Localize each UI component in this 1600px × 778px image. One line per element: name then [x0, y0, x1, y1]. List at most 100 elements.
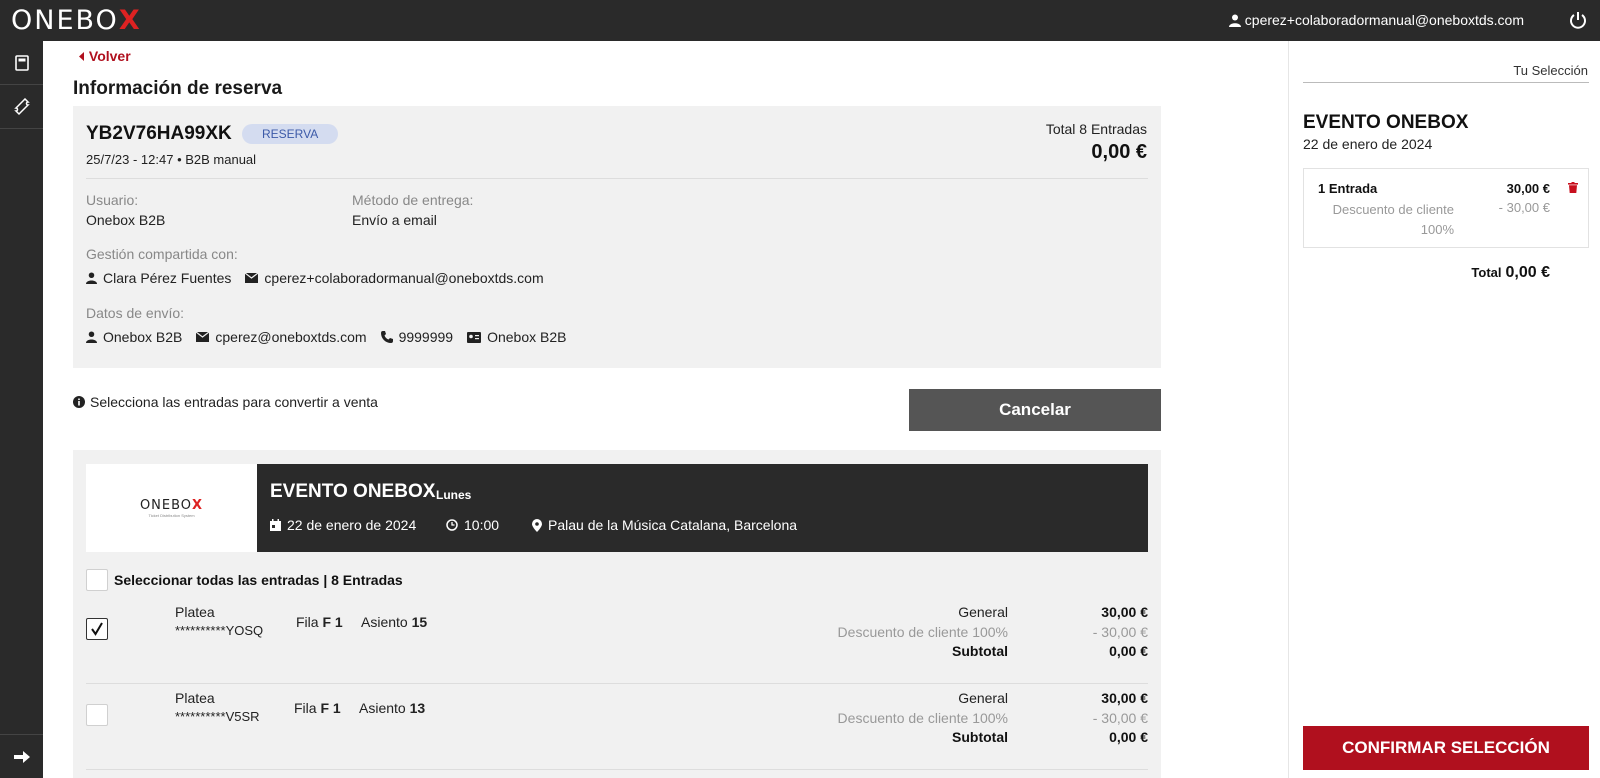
selection-item-price: 30,00 € [1506, 181, 1550, 196]
main-content: Volver Información de reserva YB2V76HA99… [43, 41, 1288, 778]
calculator-icon [14, 54, 29, 71]
selection-panel: Tu Selección EVENTO ONEBOX 22 de enero d… [1288, 41, 1600, 778]
confirm-selection-button[interactable]: CONFIRMAR SELECCIÓN [1303, 726, 1589, 770]
selection-event-date: 22 de enero de 2024 [1303, 136, 1433, 152]
shipping-phone: 9999999 [398, 329, 454, 345]
chevron-left-icon [79, 52, 84, 61]
user-icon [1228, 14, 1241, 27]
ticket-row-number: Fila F 1 [294, 700, 341, 716]
event-card: ONEBOX Ticket Distribution System EVENTO… [73, 450, 1161, 778]
event-time: 10:00 [446, 517, 499, 533]
phone-icon [380, 331, 393, 343]
user-menu[interactable]: cperez+colaboradormanual@oneboxtds.com [1228, 12, 1524, 28]
subtotal-label: Subtotal [952, 729, 1008, 745]
ticket-row: Platea **********V5SR Fila F 1 Asiento 1… [86, 684, 1148, 770]
ticket-seat: Asiento 13 [359, 700, 426, 716]
select-all[interactable]: Seleccionar todas las entradas | 8 Entra… [86, 569, 403, 591]
select-all-label: Seleccionar todas las entradas | 8 Entra… [114, 572, 403, 588]
subtotal-label: Subtotal [952, 643, 1008, 659]
price-label: General [958, 604, 1008, 620]
event-date: 22 de enero de 2024 [270, 517, 416, 533]
user-label: Usuario: [86, 192, 139, 208]
ticket-price-breakdown: General 30,00 € Descuento de cliente 100%… [748, 690, 1148, 749]
total-tickets-label: Total 8 Entradas [1045, 121, 1147, 137]
discount-value: - 30,00 € [1092, 623, 1148, 640]
discount-label: Descuento de cliente 100% [837, 623, 1008, 640]
user-icon [86, 331, 97, 343]
page-title: Información de reserva [73, 78, 283, 99]
shipping-id: Onebox B2B [487, 329, 567, 345]
info-line: Selecciona las entradas para convertir a… [73, 394, 378, 410]
ticket-icon [13, 97, 30, 115]
shared-name: Clara Pérez Fuentes [103, 270, 232, 286]
cancel-button[interactable]: Cancelar [909, 389, 1161, 431]
trash-icon[interactable] [1568, 182, 1578, 193]
id-card-icon [467, 331, 482, 343]
user-icon [86, 272, 97, 284]
shipping-data: Onebox B2B cperez@oneboxtds.com 9999999 … [86, 329, 566, 345]
shipping-name: Onebox B2B [103, 329, 183, 345]
selection-discount-value: - 30,00 € [1498, 200, 1550, 215]
shipping-label: Datos de envío: [86, 305, 185, 321]
reservation-meta: 25/7/23 - 12:47 • B2B manual [86, 152, 257, 167]
info-icon [73, 396, 85, 408]
calendar-icon [270, 519, 281, 531]
total-value: 0,00 € [1091, 141, 1147, 163]
arrow-right-icon [13, 750, 30, 763]
top-bar: ONEBOX cperez+colaboradormanual@oneboxtd… [0, 0, 1600, 41]
ticket-row-number: Fila F 1 [296, 614, 343, 630]
discount-label: Descuento de cliente 100% [837, 709, 1008, 726]
rail-expand[interactable] [0, 734, 43, 778]
info-text: Selecciona las entradas para convertir a… [90, 394, 378, 410]
selection-total: Total 0,00 € [1471, 264, 1550, 282]
reservation-card: YB2V76HA99XK RESERVA 25/7/23 - 12:47 • B… [73, 106, 1161, 368]
selection-item-label: 1 Entrada [1318, 181, 1378, 196]
rail-item-calculator[interactable] [0, 41, 43, 85]
delivery-label: Método de entrega: [352, 192, 474, 208]
envelope-icon [196, 332, 210, 342]
selection-discount-label: Descuento de cliente 100% [1332, 202, 1454, 237]
price-label: General [958, 690, 1008, 706]
ticket-code: **********V5SR [175, 709, 260, 724]
divider [86, 769, 1148, 770]
subtotal-value: 0,00 € [1109, 643, 1148, 659]
checkmark-icon [91, 622, 103, 636]
ticket-row: Platea **********YOSQ Fila F 1 Asiento 1… [86, 598, 1148, 684]
subtotal-value: 0,00 € [1109, 729, 1148, 745]
selection-event-title: EVENTO ONEBOX [1303, 112, 1469, 133]
shared-contact: Clara Pérez Fuentes cperez+colaboradorma… [86, 270, 544, 286]
selection-item: 1 Entrada 30,00 € Descuento de cliente 1… [1303, 168, 1589, 248]
ticket-checkbox[interactable] [86, 618, 108, 640]
ticket-zone: Platea [175, 604, 215, 620]
selection-heading: Tu Selección [1513, 63, 1588, 78]
ticket-price-breakdown: General 30,00 € Descuento de cliente 100%… [748, 604, 1148, 663]
divider [1303, 82, 1589, 83]
event-header: EVENTO ONEBOX Lunes 22 de enero de 2024 … [257, 464, 1148, 552]
event-venue: Palau de la Música Catalana, Barcelona [532, 517, 797, 533]
ticket-seat: Asiento 15 [361, 614, 428, 630]
power-icon[interactable] [1568, 10, 1588, 30]
envelope-icon [245, 273, 259, 283]
location-pin-icon [532, 518, 542, 532]
select-all-checkbox[interactable] [86, 569, 108, 591]
delivery-value: Envío a email [352, 212, 437, 228]
left-rail [0, 41, 43, 778]
shared-label: Gestión compartida con: [86, 246, 238, 262]
rail-item-tickets[interactable] [0, 85, 43, 129]
event-title: EVENTO ONEBOX [270, 481, 436, 502]
shared-email: cperez+colaboradormanual@oneboxtds.com [264, 270, 544, 286]
ticket-zone: Platea [175, 690, 215, 706]
selection-total-value: 0,00 € [1505, 264, 1550, 281]
price-value: 30,00 € [1101, 604, 1148, 620]
clock-icon [446, 519, 458, 531]
user-value: Onebox B2B [86, 212, 166, 228]
user-email: cperez+colaboradormanual@oneboxtds.com [1244, 12, 1524, 28]
discount-value: - 30,00 € [1092, 709, 1148, 726]
back-link[interactable]: Volver [79, 48, 131, 64]
divider [86, 178, 1148, 179]
ticket-checkbox[interactable] [86, 704, 108, 726]
status-badge: RESERVA [242, 124, 339, 144]
event-logo: ONEBOX Ticket Distribution System [86, 464, 257, 552]
onebox-logo[interactable]: ONEBOX [11, 5, 142, 36]
ticket-code: **********YOSQ [175, 623, 264, 638]
